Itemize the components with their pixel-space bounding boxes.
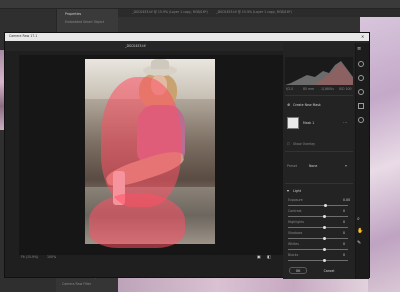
divider (285, 151, 353, 152)
document-tab-active[interactable]: _DSC0453.tif @ 15.9% (Layer 1 copy, RGB/… (216, 10, 292, 14)
close-icon[interactable]: ✕ (361, 35, 364, 39)
dialog-title-bar: Camera Raw 17.1 ✕ (5, 33, 369, 41)
slider-knob[interactable] (323, 204, 327, 207)
chevron-down-icon[interactable]: ▾ (287, 189, 289, 193)
more-options-icon[interactable]: ⋯ (343, 121, 347, 125)
photo-hat-crown (151, 59, 169, 69)
slider-track[interactable] (288, 215, 348, 218)
preset-dropdown[interactable]: None (309, 164, 317, 168)
divider (285, 183, 353, 184)
mask-name[interactable]: Mask 1 (303, 121, 314, 125)
create-mask-button[interactable]: Create New Mask (293, 103, 321, 107)
slider-knob[interactable] (322, 215, 326, 218)
document-tab[interactable]: _DSC0453.tif @ 15.9% (Layer 1 copy, RGB/… (132, 10, 208, 14)
mask-overlay-lower (89, 193, 185, 248)
divider (285, 95, 353, 96)
slider-label: Shadows (288, 231, 303, 235)
slider-value[interactable]: 0 (343, 220, 345, 224)
dialog-title: Camera Raw 17.1 (9, 34, 38, 38)
zoom-tool-icon[interactable]: ⌕ (357, 217, 360, 222)
embedded-smart-object-label: Embedded Smart Object (65, 20, 105, 24)
properties-title: Properties (65, 12, 82, 16)
slider-knob[interactable] (322, 226, 326, 229)
slider-value[interactable]: 0 (343, 231, 345, 235)
photoshop-menu-bar (0, 0, 400, 9)
slider-label: Whites (288, 242, 299, 246)
healing-tool-icon[interactable] (358, 75, 364, 81)
slider-track[interactable] (288, 248, 348, 251)
chevron-down-icon[interactable]: ▾ (345, 164, 347, 168)
mask-thumbnail[interactable] (287, 117, 299, 129)
ok-button[interactable]: OK (289, 267, 307, 274)
slider-label: Exposure (288, 198, 303, 202)
slider-label: Highlights (288, 220, 305, 224)
histogram-graph (285, 61, 353, 85)
zoom-level-select[interactable]: Fit (15.9%) (21, 255, 38, 259)
zoom-percent[interactable]: 100% (47, 255, 56, 259)
camera-info-shutter: 1/1600s (321, 87, 334, 91)
light-section-header[interactable]: Light (293, 189, 301, 193)
slider-value[interactable]: 0 (343, 242, 345, 246)
add-mask-icon[interactable]: ⊕ (287, 103, 290, 107)
slider-value[interactable]: 0.00 (343, 198, 350, 202)
slider-knob[interactable] (322, 237, 326, 240)
slider-track[interactable] (288, 204, 348, 207)
layer-item[interactable]: Camera Raw Filter (62, 282, 91, 286)
edit-tool-icon[interactable]: ≡ (357, 47, 361, 52)
histogram (285, 57, 353, 85)
before-after-icon[interactable]: ◧ (267, 255, 271, 259)
preset-label: Preset (287, 164, 297, 168)
slider-label: Contrast (288, 209, 302, 213)
compare-view-icon[interactable]: ▣ (257, 255, 261, 259)
slider-track[interactable] (288, 237, 348, 240)
slider-knob[interactable] (322, 248, 326, 251)
document-tab-bar: _DSC0453.tif @ 15.9% (Layer 1 copy, RGB/… (118, 9, 400, 17)
camera-raw-dialog: Camera Raw 17.1 ✕ _DSC0453.tif ⤓ ⚙ ⤢ Fit… (4, 32, 370, 279)
slider-value[interactable]: 0 (343, 209, 345, 213)
mask-overlay (101, 77, 181, 207)
red-eye-tool-icon[interactable] (358, 103, 364, 109)
camera-info-aperture: f/2.0 (286, 87, 294, 91)
cancel-button[interactable]: Cancel (317, 267, 341, 274)
presets-tool-icon[interactable] (358, 117, 364, 123)
show-overlay-checkbox[interactable]: ☐ (287, 142, 290, 146)
masking-tool-icon[interactable] (358, 89, 364, 95)
crop-tool-icon[interactable] (358, 61, 364, 67)
hand-tool-icon[interactable]: ✋ (357, 229, 363, 234)
camera-info-focal: 85 mm (303, 87, 315, 91)
slider-track[interactable] (288, 259, 348, 262)
file-name: _DSC0453.tif (125, 44, 146, 48)
slider-value[interactable]: 0 (343, 253, 345, 257)
camera-info-iso: ISO 100 (339, 87, 352, 91)
show-overlay-label: Show Overlay (293, 142, 316, 146)
slider-label: Blacks (288, 253, 299, 257)
slider-track[interactable] (288, 226, 348, 229)
slider-knob[interactable] (322, 259, 326, 262)
sampler-tool-icon[interactable]: ✎ (357, 241, 361, 246)
